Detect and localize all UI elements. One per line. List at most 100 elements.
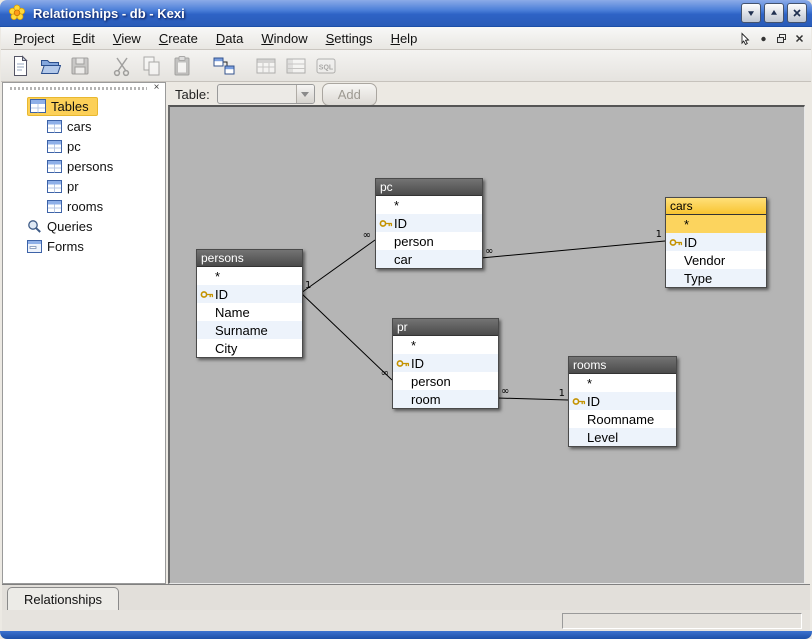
cardinality-marker: 1 xyxy=(559,388,565,399)
mdi-close-button[interactable] xyxy=(792,31,807,46)
table-icon xyxy=(47,200,62,213)
diagram-table-cars[interactable]: cars * IDVendor Type xyxy=(665,197,767,288)
mdi-restore-button[interactable] xyxy=(774,31,789,46)
field-row-asterisk[interactable]: * xyxy=(197,267,302,285)
field-row-asterisk[interactable]: * xyxy=(569,374,676,392)
cut-button[interactable] xyxy=(108,52,136,80)
new-document-button[interactable] xyxy=(6,52,34,80)
field-row-car[interactable]: car xyxy=(376,250,482,268)
field-row-surname[interactable]: Surname xyxy=(197,321,302,339)
menu-window[interactable]: Window xyxy=(252,29,316,48)
field-row-person[interactable]: person xyxy=(393,372,498,390)
sidebar-item-table-pr[interactable]: pr xyxy=(3,176,165,196)
maximize-button[interactable] xyxy=(764,3,784,23)
field-row-id[interactable]: ID xyxy=(376,214,482,232)
menu-view[interactable]: View xyxy=(104,29,150,48)
field-label: ID xyxy=(684,235,697,250)
field-label: * xyxy=(587,376,592,391)
menu-edit[interactable]: Edit xyxy=(63,29,103,48)
field-row-city[interactable]: City xyxy=(197,339,302,357)
table-icon xyxy=(47,160,62,173)
relationships-button[interactable] xyxy=(210,52,238,80)
menu-data[interactable]: Data xyxy=(207,29,252,48)
field-row-asterisk[interactable]: * xyxy=(376,196,482,214)
titlebar[interactable]: Relationships - db - Kexi xyxy=(0,0,812,27)
menu-help[interactable]: Help xyxy=(382,29,427,48)
diagram-table-pc[interactable]: pc *IDpersoncar xyxy=(375,178,483,269)
design-view-button[interactable] xyxy=(282,52,310,80)
dock-drag-handle[interactable] xyxy=(10,87,147,90)
minimize-button[interactable] xyxy=(741,3,761,23)
minimize-icon xyxy=(746,8,756,18)
view-tabbar: Relationships xyxy=(2,584,810,611)
sidebar-item-table-persons[interactable]: persons xyxy=(3,156,165,176)
sql-view-button[interactable]: SQL xyxy=(312,52,340,80)
field-label: * xyxy=(411,338,416,353)
mdi-dot-button[interactable] xyxy=(756,31,771,46)
field-row-id[interactable]: ID xyxy=(197,285,302,303)
close-button[interactable] xyxy=(787,3,807,23)
sidebar-item-table-rooms[interactable]: rooms xyxy=(3,196,165,216)
cardinality-marker: ∞ xyxy=(363,230,371,241)
table-view-button[interactable] xyxy=(252,52,280,80)
table-header[interactable]: cars xyxy=(666,198,766,215)
menu-create[interactable]: Create xyxy=(150,29,207,48)
open-project-button[interactable] xyxy=(36,52,64,80)
field-row-asterisk[interactable]: * xyxy=(666,215,766,233)
sidebar-item-queries[interactable]: Queries xyxy=(3,216,165,236)
field-label: * xyxy=(394,198,399,213)
diagram-table-persons[interactable]: persons * IDName Surname City xyxy=(196,249,303,358)
field-row-asterisk[interactable]: * xyxy=(393,336,498,354)
menu-settings[interactable]: Settings xyxy=(317,29,382,48)
paste-button[interactable] xyxy=(168,52,196,80)
field-label: ID xyxy=(411,356,424,371)
field-label: * xyxy=(684,217,689,232)
cardinality-marker: ∞ xyxy=(485,246,493,257)
field-row-roomname[interactable]: Roomname xyxy=(569,410,676,428)
table-combobox[interactable] xyxy=(217,84,315,104)
field-row-id[interactable]: ID xyxy=(569,392,676,410)
field-row-person[interactable]: person xyxy=(376,232,482,250)
field-row-type[interactable]: Type xyxy=(666,269,766,287)
maximize-icon xyxy=(769,8,779,18)
table-icon xyxy=(47,120,62,133)
field-row-vendor[interactable]: Vendor xyxy=(666,251,766,269)
field-row-level[interactable]: Level xyxy=(569,428,676,446)
diagram-table-pr[interactable]: pr * IDpersonroom xyxy=(392,318,499,409)
sidebar-item-tables[interactable]: Tables xyxy=(3,96,165,116)
field-row-id[interactable]: ID xyxy=(393,354,498,372)
sidebar-item-forms[interactable]: Forms xyxy=(3,236,165,256)
svg-text:SQL: SQL xyxy=(319,64,334,71)
diagram-table-rooms[interactable]: rooms *IDRoomnameLevel xyxy=(568,356,677,447)
add-table-button[interactable]: Add xyxy=(322,83,377,106)
field-label: Type xyxy=(684,271,712,286)
menu-project[interactable]: Project xyxy=(5,29,63,48)
field-row-id[interactable]: ID xyxy=(666,233,766,251)
table-header[interactable]: persons xyxy=(197,250,302,267)
field-row-room[interactable]: room xyxy=(393,390,498,408)
table-header[interactable]: pc xyxy=(376,179,482,196)
sidebar-item-table-cars[interactable]: cars xyxy=(3,116,165,136)
form-icon xyxy=(27,240,42,253)
tab-relationships[interactable]: Relationships xyxy=(7,587,119,611)
mdi-pointer-button[interactable] xyxy=(738,31,753,46)
dock-close-button[interactable]: × xyxy=(151,83,162,94)
sidebar-item-label: persons xyxy=(67,159,113,174)
save-button[interactable] xyxy=(66,52,94,80)
field-label: City xyxy=(215,341,237,356)
combobox-dropdown-button[interactable] xyxy=(296,85,314,103)
sidebar-item-label: pc xyxy=(67,139,81,154)
table-header[interactable]: rooms xyxy=(569,357,676,374)
field-label: Surname xyxy=(215,323,268,338)
save-icon xyxy=(69,55,91,77)
sidebar-item-label: Queries xyxy=(47,219,93,234)
kexi-app-icon[interactable] xyxy=(8,4,26,22)
relationships-canvas[interactable]: 1 ∞ ∞ 1 ∞ ∞ 1 persons *IDNameSurnameCity… xyxy=(168,105,805,584)
sidebar-item-table-pc[interactable]: pc xyxy=(3,136,165,156)
field-label: ID xyxy=(215,287,228,302)
table-header[interactable]: pr xyxy=(393,319,498,336)
table-icon xyxy=(47,140,62,153)
sidebar-item-label: cars xyxy=(67,119,92,134)
copy-button[interactable] xyxy=(138,52,166,80)
field-row-name[interactable]: Name xyxy=(197,303,302,321)
